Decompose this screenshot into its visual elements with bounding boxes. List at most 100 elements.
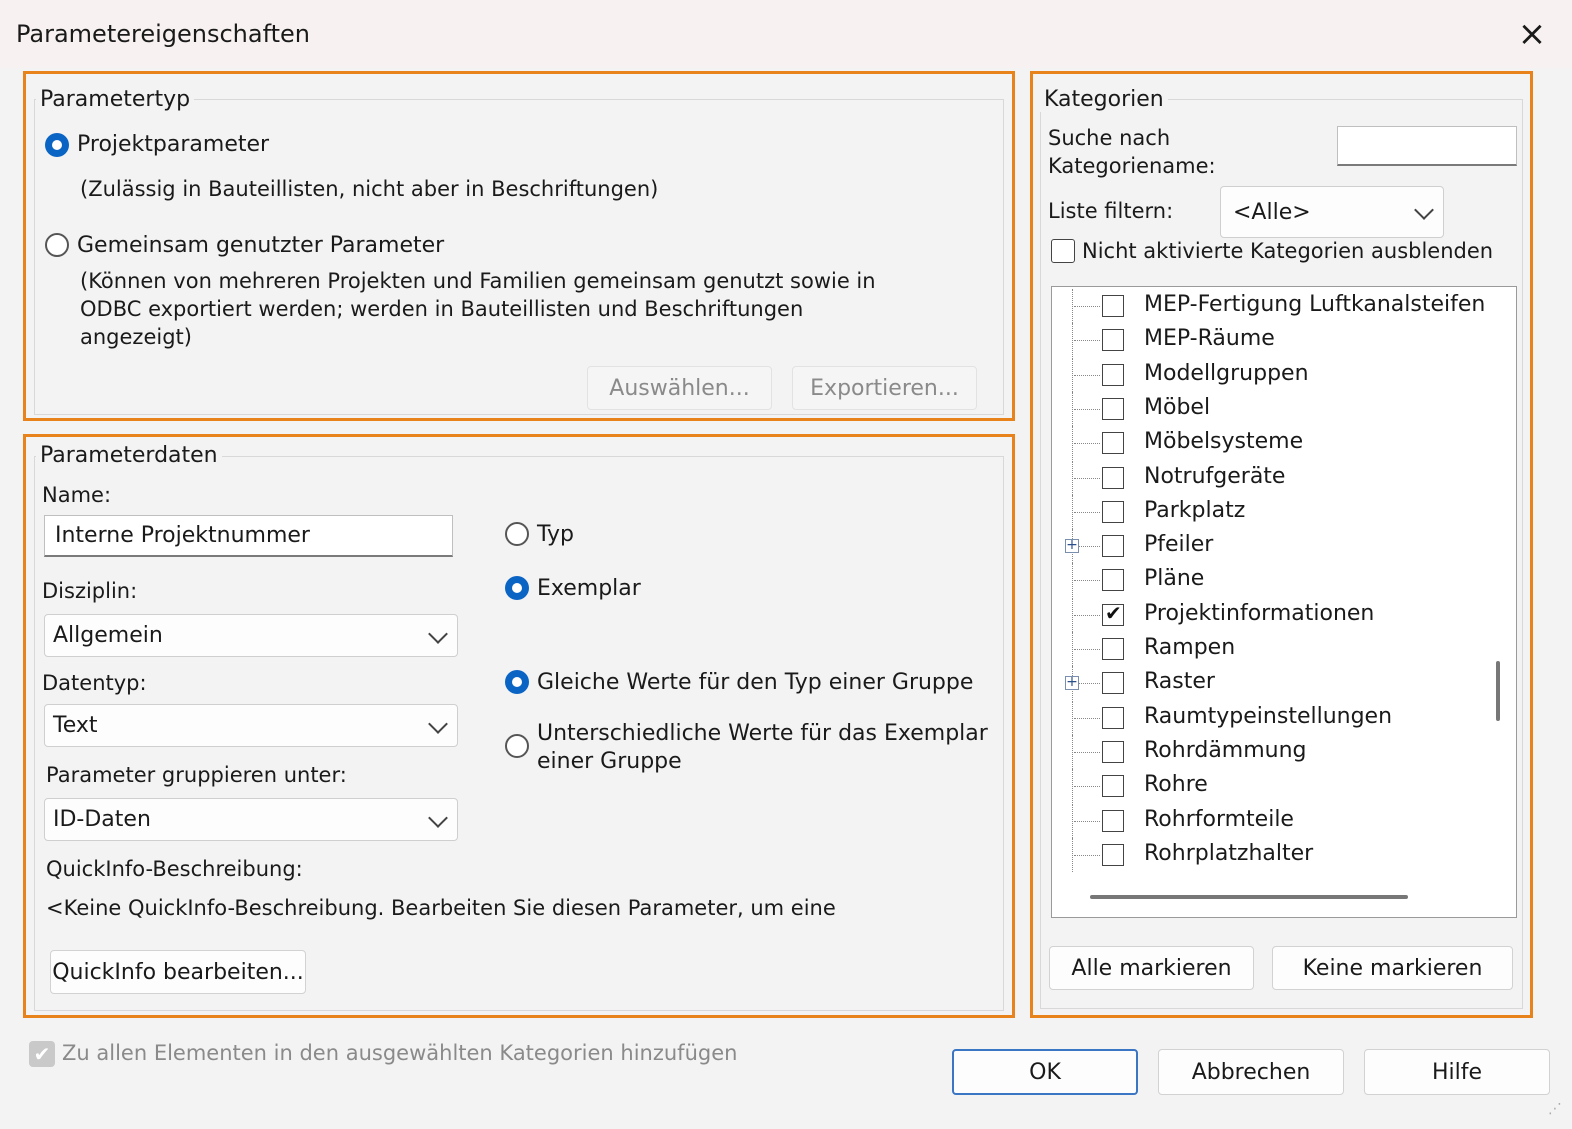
category-checkbox[interactable] [1102,775,1124,798]
gruppieren-label: Parameter gruppieren unter: [46,763,347,787]
filter-label: Liste filtern: [1048,199,1174,223]
datentyp-value: Text [53,713,98,738]
resize-grip-icon[interactable]: ⋰ [1548,1100,1566,1118]
name-input[interactable]: Interne Projektnummer [44,515,453,557]
category-item[interactable]: Parkplatz [1052,494,1492,529]
category-item[interactable]: Modellgruppen [1052,357,1492,392]
tree-horizontal-scrollbar-thumb[interactable] [1090,895,1408,899]
category-checkbox[interactable] [1102,843,1124,866]
category-item[interactable]: Projektinformationen [1052,597,1492,632]
ok-button[interactable]: OK [952,1049,1138,1095]
expand-plus-icon[interactable]: + [1065,538,1079,554]
gemeinsam-parameter-radio[interactable] [45,233,69,257]
tree-line [1072,494,1073,529]
tree-line [1074,854,1100,856]
category-item[interactable]: Rohrformteile [1052,803,1492,838]
tree-line [1074,786,1100,788]
category-label: Raumtypeinstellungen [1144,703,1393,729]
category-item[interactable]: Notrufgeräte [1052,460,1492,495]
chevron-down-icon [428,807,448,828]
suche-label: Kategoriename: [1048,154,1216,178]
category-checkbox[interactable] [1102,706,1124,729]
category-checkbox[interactable] [1102,601,1124,626]
chevron-down-icon [1414,200,1434,220]
tree-line [1072,837,1073,872]
quickinfo-description: <Keine QuickInfo-Beschreibung. Bearbeite… [46,896,836,920]
disziplin-value: Allgemein [53,623,163,648]
category-label: Raster [1144,669,1215,695]
category-checkbox[interactable] [1102,466,1124,489]
category-item[interactable]: + Pfeiler [1052,529,1492,564]
category-item[interactable]: Pläne [1052,563,1492,598]
category-checkbox[interactable] [1102,397,1124,420]
tree-line [1074,580,1100,582]
tree-line [1072,391,1073,426]
category-item[interactable]: Raumtypeinstellungen [1052,700,1492,735]
typ-label: Typ [537,522,574,547]
category-item[interactable]: MEP-Räume [1052,323,1492,358]
category-label: Modellgruppen [1144,360,1309,386]
category-checkbox[interactable] [1102,638,1124,660]
tree-line [1074,340,1100,342]
kategorien-tree[interactable]: MEP-Fertigung Luftkanalsteifen MEP-Räume M… [1051,286,1517,918]
abbrechen-button[interactable]: Abbrechen [1158,1049,1344,1095]
category-label: Möbelsysteme [1144,429,1304,455]
tree-line [1074,717,1100,719]
category-label: MEP-Räume [1144,326,1275,352]
alle-markieren-button[interactable]: Alle markieren [1049,946,1254,990]
unterschiedliche-werte-label: einer Gruppe [537,749,682,774]
close-icon[interactable]: × [1508,10,1556,58]
tree-line [1072,357,1073,392]
category-item[interactable]: Rohrdämmung [1052,734,1492,769]
category-checkbox[interactable] [1102,569,1124,592]
hide-inactive-checkbox[interactable] [1051,239,1075,263]
category-checkbox[interactable] [1102,432,1124,455]
kategorie-search-input[interactable] [1337,126,1517,166]
tree-line [1072,289,1073,323]
category-checkbox[interactable] [1102,672,1124,695]
tree-line [1072,769,1073,804]
projektparameter-label: Projektparameter [77,132,270,157]
category-item[interactable]: Rampen [1052,632,1492,666]
category-item[interactable]: Rohre [1052,769,1492,804]
projektparameter-description: (Zulässig in Bauteillisten, nicht aber i… [80,177,659,201]
typ-radio[interactable] [505,522,529,546]
category-item[interactable]: + Raster [1052,666,1492,701]
category-item[interactable]: Möbel [1052,391,1492,426]
unterschiedliche-werte-radio[interactable] [505,734,529,758]
disziplin-select[interactable]: Allgemein [44,614,458,657]
category-checkbox[interactable] [1102,535,1124,558]
category-item[interactable]: Rohrplatzhalter [1052,837,1492,872]
category-checkbox[interactable] [1102,500,1124,523]
tree-line [1074,649,1100,650]
category-checkbox[interactable] [1102,363,1124,386]
exportieren-button[interactable]: Exportieren... [792,366,977,410]
add-all-checkbox[interactable]: ✔ [29,1041,55,1067]
tree-vertical-scrollbar[interactable] [1496,661,1500,721]
category-checkbox[interactable] [1102,809,1124,832]
datentyp-select[interactable]: Text [44,704,458,747]
gleiche-werte-radio[interactable] [505,670,529,694]
category-label: Rohrplatzhalter [1144,840,1314,866]
hilfe-button[interactable]: Hilfe [1364,1049,1550,1095]
category-item[interactable]: Möbelsysteme [1052,426,1492,461]
category-item[interactable]: MEP-Fertigung Luftkanalsteifen [1052,289,1492,323]
gruppieren-select[interactable]: ID-Daten [44,798,458,841]
category-checkbox[interactable] [1102,740,1124,763]
tree-line [1072,700,1073,735]
expand-plus-icon[interactable]: + [1065,675,1079,691]
filter-select[interactable]: <Alle> [1220,186,1444,238]
keine-markieren-button[interactable]: Keine markieren [1272,946,1513,990]
quickinfo-bearbeiten-button[interactable]: QuickInfo bearbeiten... [50,950,306,994]
category-checkbox[interactable] [1102,295,1124,317]
exemplar-label: Exemplar [537,576,641,601]
category-checkbox[interactable] [1102,329,1124,352]
auswaehlen-button[interactable]: Auswählen... [587,366,772,410]
gruppieren-value: ID-Daten [53,807,151,832]
category-label: Parkplatz [1144,497,1246,523]
exemplar-radio[interactable] [505,576,529,600]
tree-line [1074,511,1100,513]
category-label: Möbel [1144,394,1211,420]
dialog-title: Parametereigenschaften [16,20,311,48]
projektparameter-radio[interactable] [45,133,69,157]
